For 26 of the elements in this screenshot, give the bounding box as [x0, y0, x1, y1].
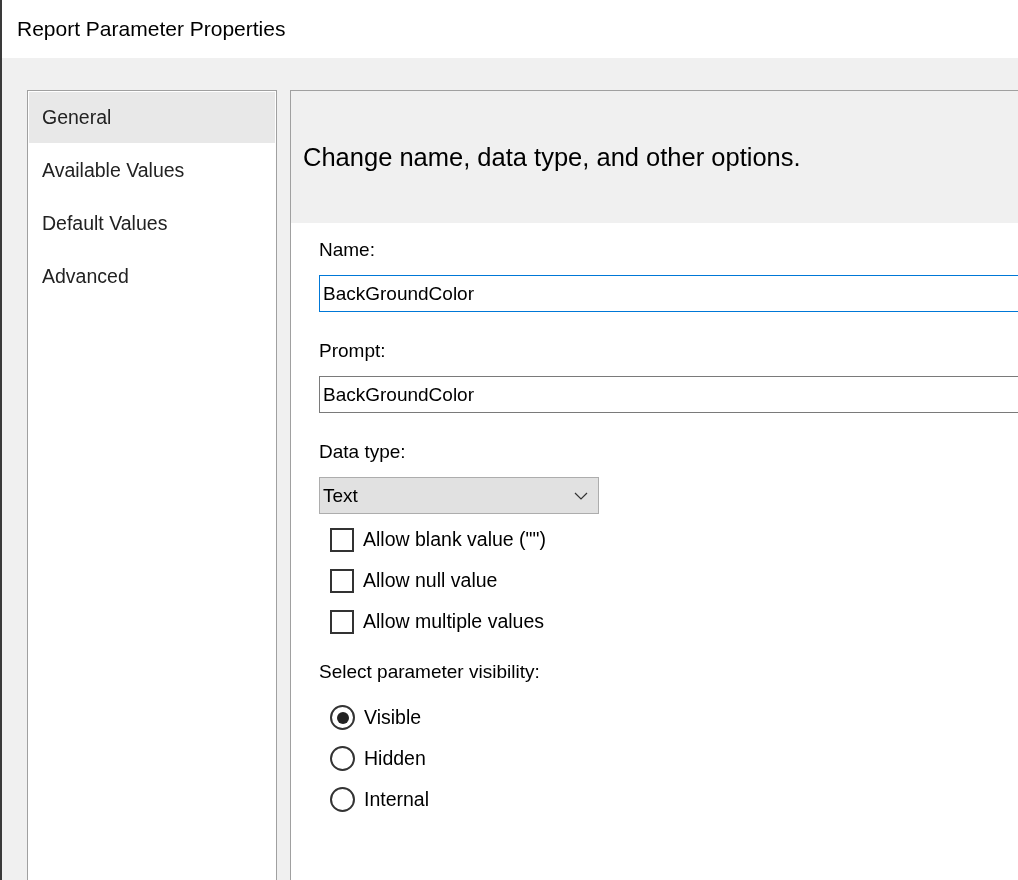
text-field[interactable]: BackGroundColor: [319, 275, 1018, 312]
radio-button[interactable]: [330, 746, 355, 771]
text-field[interactable]: BackGroundColor: [319, 376, 1018, 413]
panel-heading: Change name, data type, and other options.: [303, 142, 801, 172]
checkbox-label: Allow multiple values: [363, 610, 544, 633]
chevron-down-icon: [574, 491, 588, 500]
field-label: Data type:: [319, 441, 407, 463]
sidebar-item[interactable]: Available Values: [29, 145, 275, 196]
checkbox-label: Allow blank value (""): [363, 528, 546, 551]
radio-label: Visible: [364, 706, 422, 729]
data-type-dropdown[interactable]: Text: [319, 477, 599, 514]
radio-label: Hidden: [364, 747, 426, 770]
radio-button[interactable]: [330, 705, 355, 730]
field-label: Prompt:: [319, 340, 387, 362]
checkbox-label: Allow null value: [363, 569, 498, 592]
sidebar-item[interactable]: Advanced: [29, 251, 275, 302]
sidebar-item[interactable]: General: [29, 92, 275, 143]
radio-button[interactable]: [330, 787, 355, 812]
radio-label: Internal: [364, 788, 430, 811]
window-title: Report Parameter Properties: [17, 17, 286, 41]
checkbox[interactable]: [330, 568, 354, 593]
field-label: Name:: [319, 239, 376, 261]
checkbox[interactable]: [330, 527, 354, 552]
checkbox[interactable]: [330, 609, 354, 634]
sidebar-item[interactable]: Default Values: [29, 198, 275, 249]
field-label: Select parameter visibility:: [319, 661, 541, 683]
